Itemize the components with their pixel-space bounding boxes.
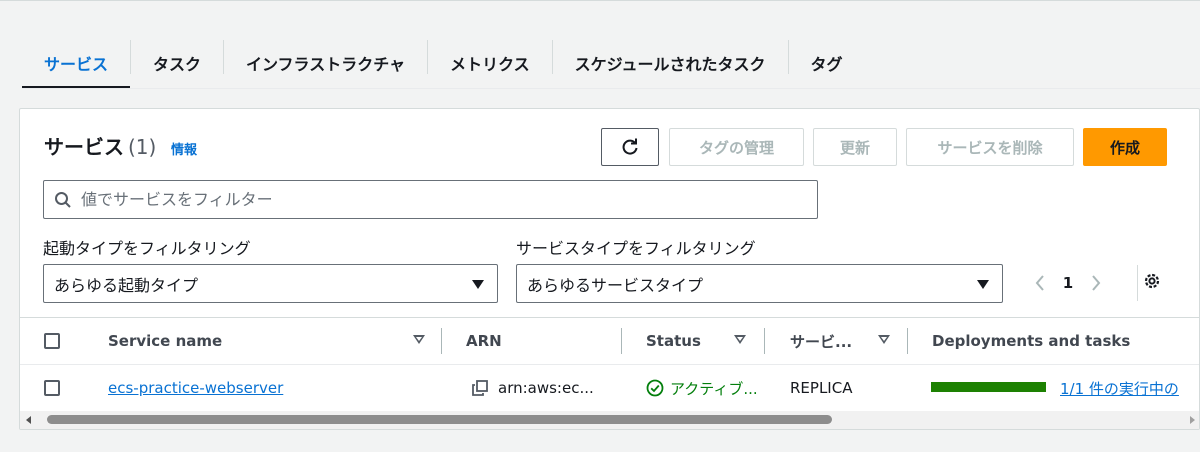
- task-progress-fill: [931, 382, 1046, 392]
- copy-icon[interactable]: [472, 380, 488, 396]
- sort-icon[interactable]: [734, 335, 746, 344]
- service-type-cell: REPLICA: [790, 379, 853, 397]
- scroll-left-arrow-icon[interactable]: [26, 416, 31, 424]
- column-resizer[interactable]: [907, 328, 908, 354]
- col-arn[interactable]: ARN: [466, 318, 502, 364]
- launch-type-value: あらゆる起動タイプ: [54, 275, 199, 295]
- chevron-right-icon: [1092, 275, 1101, 291]
- horizontal-scrollbar[interactable]: [20, 411, 1199, 429]
- top-divider: [0, 0, 1200, 1]
- info-link[interactable]: 情報: [171, 139, 197, 158]
- tab-metrics[interactable]: メトリクス: [428, 38, 552, 88]
- tab-tasks[interactable]: タスク: [131, 38, 223, 88]
- refresh-icon: [622, 138, 638, 155]
- task-progress-bar: [931, 382, 1046, 392]
- search-icon: [55, 192, 71, 208]
- create-button[interactable]: 作成: [1083, 128, 1167, 166]
- sort-icon[interactable]: [878, 335, 890, 344]
- status-value: アクティブ...: [670, 379, 758, 398]
- arn-value: arn:aws:ec...: [498, 379, 594, 397]
- panel-title: サービス (1): [44, 131, 156, 160]
- manage-tags-button[interactable]: タグの管理: [669, 128, 804, 166]
- tab-services[interactable]: サービス: [22, 38, 131, 89]
- service-type-value: あらゆるサービスタイプ: [527, 275, 704, 295]
- panel-title-text: サービス: [44, 135, 124, 159]
- update-button[interactable]: 更新: [813, 128, 897, 166]
- gear-icon: [1144, 273, 1160, 289]
- column-resizer[interactable]: [764, 328, 765, 354]
- row-checkbox[interactable]: [44, 380, 60, 396]
- col-status[interactable]: Status: [646, 318, 701, 364]
- launch-type-select[interactable]: あらゆる起動タイプ: [43, 264, 498, 303]
- search-input[interactable]: [81, 181, 801, 218]
- next-page-button[interactable]: [1086, 269, 1106, 297]
- col-service-name[interactable]: Service name: [108, 318, 222, 364]
- scrollbar-thumb[interactable]: [47, 415, 832, 424]
- column-resizer[interactable]: [621, 328, 622, 354]
- service-type-filter-label: サービスタイプをフィルタリング: [516, 239, 756, 258]
- column-resizer[interactable]: [441, 328, 442, 354]
- status-cell: アクティブ...: [646, 365, 758, 411]
- preferences-button[interactable]: [1140, 269, 1164, 293]
- service-name-link[interactable]: ecs-practice-webserver: [108, 379, 283, 397]
- pagination: 1: [1030, 269, 1106, 297]
- current-page[interactable]: 1: [1050, 274, 1086, 292]
- sort-icon[interactable]: [413, 335, 425, 344]
- services-panel: サービス(1) 情報 タグの管理 更新 サービスを削除 作成 起動タイプをフィル…: [19, 108, 1200, 430]
- caret-down-icon: [472, 280, 484, 289]
- delete-service-button[interactable]: サービスを削除: [906, 128, 1074, 166]
- service-type-select[interactable]: あらゆるサービスタイプ: [516, 264, 1003, 303]
- table-header: Service name ARN Status サービ... Deploymen…: [20, 317, 1199, 365]
- previous-page-button[interactable]: [1030, 269, 1050, 297]
- tabs-underline: [22, 88, 1200, 89]
- tasks-cell: 1/1 件の実行中の: [1060, 365, 1179, 411]
- scroll-right-arrow-icon[interactable]: [1190, 416, 1195, 424]
- arn-cell: arn:aws:ec...: [472, 365, 594, 411]
- launch-type-filter-label: 起動タイプをフィルタリング: [43, 239, 251, 258]
- check-circle-icon: [646, 379, 664, 397]
- pager-divider: [1137, 265, 1138, 301]
- service-name-cell: ecs-practice-webserver: [108, 365, 283, 411]
- chevron-left-icon: [1035, 275, 1044, 291]
- table-row: ecs-practice-webserver arn:aws:ec... アクテ…: [20, 365, 1199, 411]
- search-box: [43, 180, 818, 219]
- running-tasks-link[interactable]: 1/1 件の実行中の: [1060, 378, 1179, 399]
- col-service-type[interactable]: サービ...: [790, 318, 852, 364]
- tab-scheduled-tasks[interactable]: スケジュールされたタスク: [553, 38, 788, 88]
- refresh-button[interactable]: [601, 128, 659, 166]
- select-all-checkbox[interactable]: [44, 333, 60, 349]
- caret-down-icon: [977, 280, 989, 289]
- tab-infrastructure[interactable]: インフラストラクチャ: [224, 38, 427, 88]
- col-deployments[interactable]: Deployments and tasks: [932, 318, 1130, 364]
- tab-tags[interactable]: タグ: [789, 38, 865, 88]
- tab-bar: サービス タスク インフラストラクチャ メトリクス スケジュールされたタスク タ…: [22, 38, 865, 90]
- service-count: (1): [128, 135, 157, 159]
